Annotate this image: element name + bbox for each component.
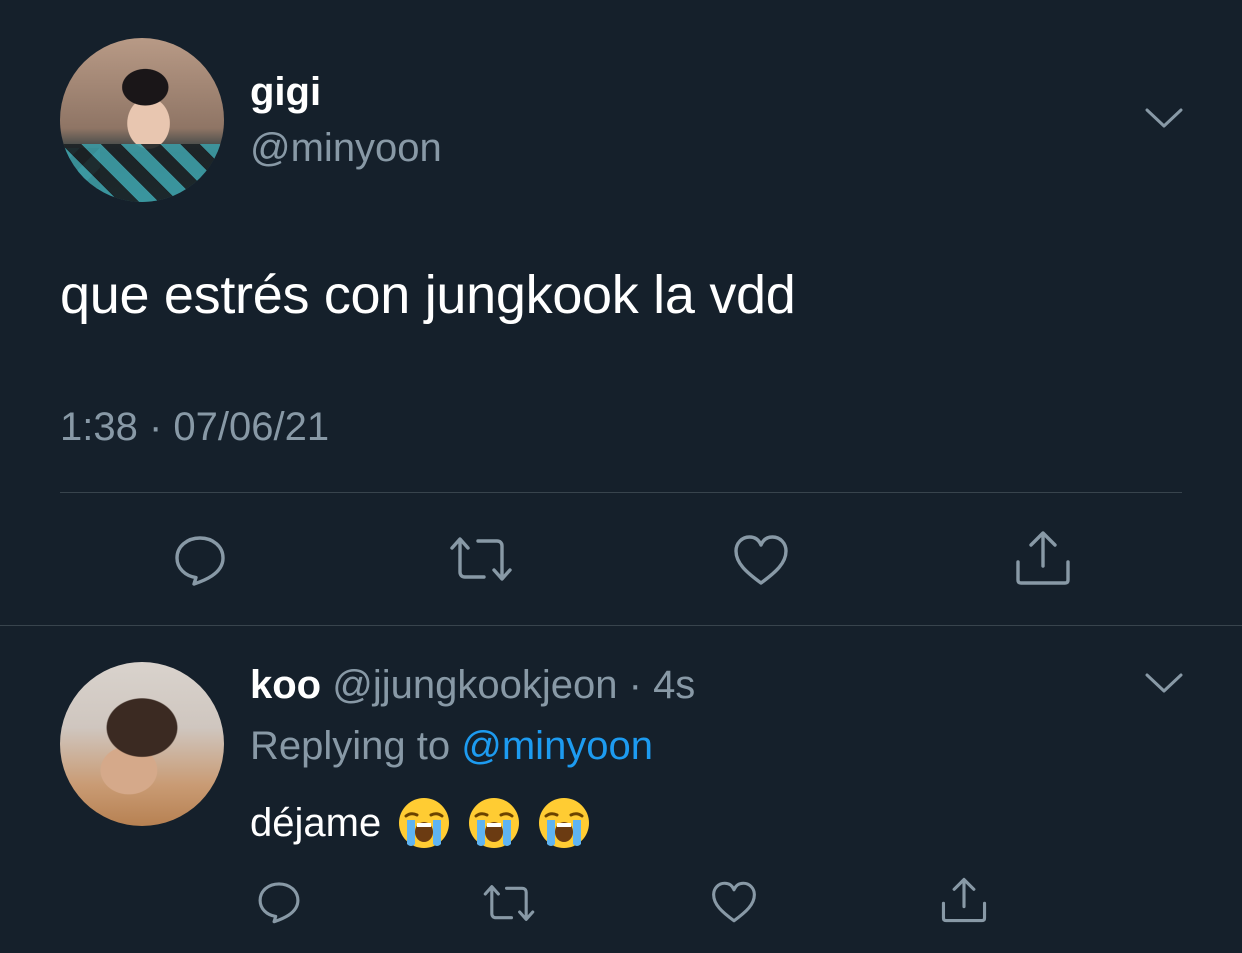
tweet-text: que estrés con jungkook la vdd <box>60 265 796 325</box>
replying-prefix: Replying to <box>250 724 451 768</box>
reply-text: déjame <box>250 801 382 845</box>
tweet-timestamp[interactable]: 1:38 · 07/06/21 <box>60 402 329 452</box>
share-icon[interactable] <box>1014 530 1072 586</box>
retweet-icon[interactable] <box>448 534 514 584</box>
loudly-crying-face-icon <box>537 796 591 850</box>
retweet-icon[interactable] <box>482 882 536 924</box>
loudly-crying-face-icon <box>397 796 451 850</box>
reply-icon[interactable] <box>256 879 302 925</box>
loudly-crying-face-icon <box>467 796 521 850</box>
avatar[interactable] <box>60 38 224 202</box>
like-icon[interactable] <box>711 880 757 924</box>
user-handle[interactable]: @minyoon <box>250 124 442 172</box>
display-name[interactable]: gigi <box>250 68 321 116</box>
tweet-thread: gigi @minyoon que estrés con jungkook la… <box>0 0 1242 953</box>
tweet-timestamp[interactable]: 4s <box>653 663 695 707</box>
tweet-text: déjame <box>250 796 591 850</box>
chevron-down-icon[interactable] <box>1144 106 1184 130</box>
avatar[interactable] <box>60 662 224 826</box>
reply-header: koo @jjungkookjeon · 4s <box>250 660 695 710</box>
main-tweet[interactable]: gigi @minyoon que estrés con jungkook la… <box>0 0 1242 625</box>
mention-link[interactable]: @minyoon <box>461 724 653 768</box>
chevron-down-icon[interactable] <box>1144 671 1184 695</box>
reply-icon[interactable] <box>172 532 228 588</box>
share-icon[interactable] <box>940 877 988 923</box>
user-handle[interactable]: @jjungkookjeon <box>332 663 617 707</box>
separator: · <box>628 663 642 707</box>
display-name[interactable]: koo <box>250 663 321 707</box>
divider <box>0 625 1242 626</box>
like-icon[interactable] <box>733 533 789 587</box>
divider <box>60 492 1182 493</box>
replying-to: Replying to @minyoon <box>250 721 653 771</box>
